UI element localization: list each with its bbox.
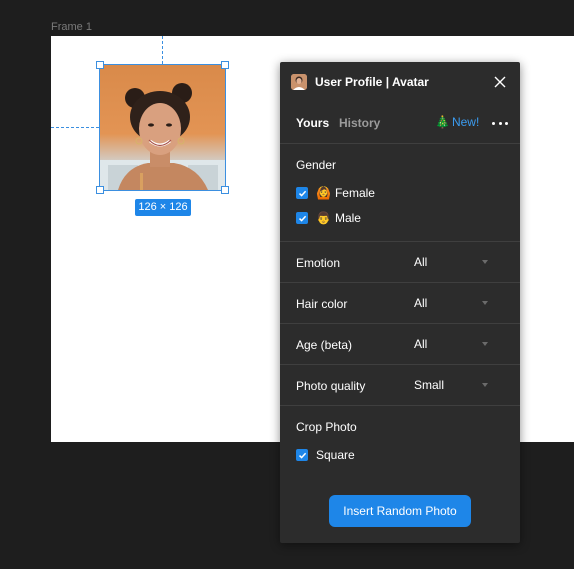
emotion-select[interactable]: All [414, 251, 494, 273]
filter-row-emotion: Emotion All [280, 242, 520, 283]
tab-yours[interactable]: Yours [296, 116, 329, 130]
christmas-tree-icon: 🎄 [435, 115, 450, 129]
photo-quality-value: Small [414, 378, 445, 392]
age-select[interactable]: All [414, 333, 494, 355]
resize-handle-bottom-left[interactable] [96, 186, 104, 194]
gender-option-male[interactable]: 👨 Male [296, 211, 361, 225]
female-label: Female [334, 186, 375, 200]
female-checkbox[interactable] [296, 187, 308, 199]
panel-header: User Profile | Avatar [280, 62, 520, 102]
new-link[interactable]: 🎄 New! [435, 115, 479, 129]
hair-color-select[interactable]: All [414, 292, 494, 314]
plugin-avatar-icon [291, 74, 307, 90]
vertical-guide [162, 36, 163, 64]
insert-random-photo-button[interactable]: Insert Random Photo [329, 495, 471, 527]
more-options-icon[interactable] [492, 122, 508, 126]
frame-label[interactable]: Frame 1 [51, 21, 92, 33]
filter-row-hair-color: Hair color All [280, 283, 520, 324]
chevron-down-icon [482, 301, 488, 305]
selection-size-badge: 126 × 126 [135, 199, 191, 216]
panel-title: User Profile | Avatar [315, 75, 429, 89]
avatar-photo [100, 65, 225, 190]
selected-photo[interactable] [96, 61, 229, 194]
close-icon[interactable] [493, 75, 507, 89]
resize-handle-top-right[interactable] [221, 61, 229, 69]
horizontal-guide [51, 127, 99, 128]
resize-handle-top-left[interactable] [96, 61, 104, 69]
male-label: Male [334, 211, 361, 225]
photo-quality-select[interactable]: Small [414, 374, 494, 396]
tab-history[interactable]: History [339, 116, 380, 130]
male-checkbox[interactable] [296, 212, 308, 224]
age-label: Age (beta) [296, 338, 353, 352]
gender-section: Gender 🙆 Female 👨 Male [280, 144, 520, 242]
emotion-label: Emotion [296, 256, 341, 270]
crop-option-square[interactable]: Square [296, 448, 355, 462]
gender-option-female[interactable]: 🙆 Female [296, 186, 375, 200]
chevron-down-icon [482, 342, 488, 346]
photo-quality-label: Photo quality [296, 379, 366, 393]
hair-color-value: All [414, 296, 428, 310]
resize-handle-bottom-right[interactable] [221, 186, 229, 194]
square-checkbox[interactable] [296, 449, 308, 461]
portrait-image [100, 83, 225, 190]
chevron-down-icon [482, 260, 488, 264]
age-value: All [414, 337, 428, 351]
square-label: Square [316, 448, 355, 462]
crop-section: Crop Photo Square [280, 406, 520, 476]
new-label: New! [451, 115, 480, 129]
crop-title: Crop Photo [296, 420, 357, 434]
panel-tabs: Yours History 🎄 New! [280, 102, 520, 144]
chevron-down-icon [482, 383, 488, 387]
gender-title: Gender [296, 158, 337, 172]
plugin-panel: User Profile | Avatar Yours History 🎄 Ne… [280, 62, 520, 543]
filter-row-age: Age (beta) All [280, 324, 520, 365]
filter-row-photo-quality: Photo quality Small [280, 365, 520, 406]
emotion-value: All [414, 255, 428, 269]
female-emoji-icon: 🙆 [316, 186, 331, 200]
hair-color-label: Hair color [296, 297, 348, 311]
male-emoji-icon: 👨 [316, 211, 331, 225]
